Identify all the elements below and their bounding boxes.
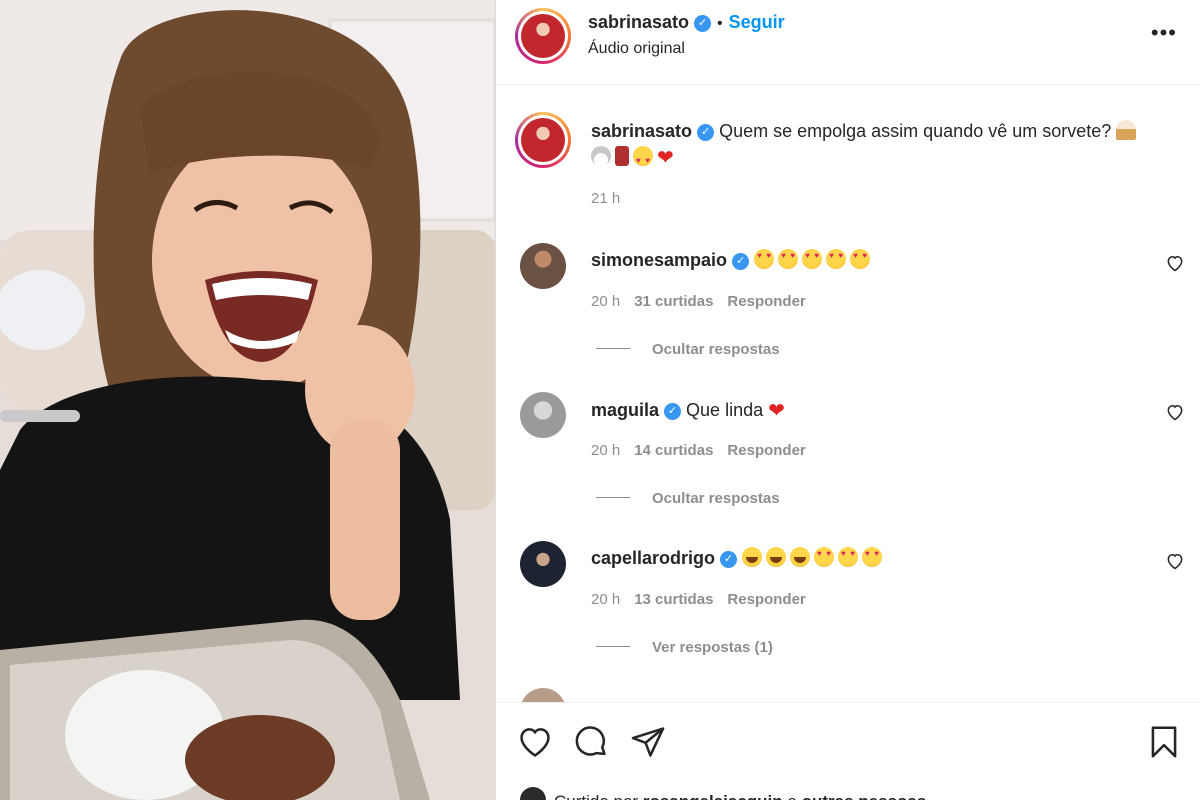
caption-text-block: sabrinasato ✓ Quem se empolga assim quand… [591, 118, 1171, 174]
red-heart-emoji-icon: ❤ [657, 147, 674, 169]
verified-icon: ✓ [720, 551, 738, 568]
commenter-avatar[interactable] [520, 243, 566, 289]
comment-text: Que linda [686, 400, 764, 420]
liked-by-user[interactable]: rosangelajacquin [643, 792, 783, 800]
comment-item: capellarodrigo ✓ 20 h 13 curtidas Responder… [496, 541, 1200, 691]
heart-outline-icon[interactable] [1165, 402, 1185, 422]
heart-eyes-emoji-icon [862, 547, 883, 567]
heart-eyes-emoji-icon [826, 249, 847, 269]
replies-label: Ocultar respostas [652, 490, 780, 507]
comment-meta: 20 h 14 curtidas Responder [591, 442, 820, 459]
comment-username[interactable]: capellarodrigo [591, 548, 715, 568]
toggle-replies-button[interactable]: Ocultar respostas [596, 490, 780, 507]
share-icon[interactable] [629, 723, 667, 761]
replies-label: Ver respostas (1) [652, 639, 773, 656]
red-heart-emoji-icon: ❤ [768, 400, 785, 422]
more-options-icon[interactable]: ••• [1151, 20, 1177, 46]
reply-button[interactable]: Responder [727, 442, 805, 459]
heart-eyes-emoji-icon [838, 547, 859, 567]
ice-cream-emoji-icon [1116, 120, 1137, 140]
comment-username[interactable]: maguila [591, 400, 659, 420]
reply-button[interactable]: Responder [727, 293, 805, 310]
caption-username[interactable]: sabrinasato [591, 121, 692, 141]
liked-by-line: Curtido por rosangelajacquin e outras pe… [520, 787, 926, 800]
liked-by-avatar[interactable] [520, 787, 546, 800]
comment-text-line: maguila ✓ Que linda ❤ [591, 398, 789, 423]
post-photo [0, 0, 495, 800]
toggle-replies-button[interactable]: Ver respostas (1) [596, 639, 773, 656]
like-icon[interactable] [516, 723, 554, 761]
author-avatar[interactable] [515, 8, 571, 64]
caption-avatar[interactable] [515, 112, 571, 168]
heart-eyes-emoji-icon [754, 249, 775, 269]
comment-meta: 20 h 13 curtidas Responder [591, 591, 820, 608]
verified-icon: ✓ [694, 15, 712, 32]
replies-divider [596, 646, 630, 647]
comment-meta: 20 h 31 curtidas Responder [591, 293, 820, 310]
post-media[interactable] [0, 0, 495, 800]
audio-label[interactable]: Áudio original [588, 40, 685, 58]
heart-outline-icon[interactable] [1165, 551, 1185, 571]
comment-likes[interactable]: 13 curtidas [634, 591, 713, 608]
comment-icon[interactable] [572, 723, 610, 761]
tears-of-joy-emoji-icon [766, 547, 787, 567]
save-icon[interactable] [1145, 723, 1183, 761]
comment-time: 20 h [591, 293, 621, 310]
tears-of-joy-emoji-icon [790, 547, 811, 567]
commenter-avatar[interactable] [520, 541, 566, 587]
comment-item: simonesampaio✓ 20 h31 curtidasResponder … [496, 243, 1200, 393]
post-header: sabrinasato ✓ • Seguir Áudio original ••• [496, 0, 1200, 85]
author-username[interactable]: sabrinasato [588, 12, 689, 32]
heart-eyes-emoji-icon [814, 547, 835, 567]
verified-icon: ✓ [664, 403, 682, 420]
liked-by-others[interactable]: outras pessoas [802, 792, 927, 800]
heart-outline-icon[interactable] [1165, 253, 1185, 273]
comment-text-line: capellarodrigo ✓ [591, 547, 886, 569]
caption-timestamp: 21 h [591, 190, 621, 207]
post-actions-bar: Curtido por rosangelajacquin e outras pe… [496, 702, 1200, 800]
comment-time: 20 h [591, 591, 621, 608]
comment-item: maguila ✓ Que linda ❤ 20 h 14 curtidas Resp… [496, 392, 1200, 542]
partial-comment-avatar [520, 688, 566, 702]
liked-by-prefix: Curtido por [554, 792, 638, 800]
replies-divider [596, 348, 630, 349]
replies-label: Ocultar respostas [652, 341, 780, 358]
jar-emoji-icon [615, 146, 629, 166]
heart-eyes-emoji-icon [850, 249, 871, 269]
replies-divider [596, 497, 630, 498]
verified-icon: ✓ [732, 253, 750, 270]
commenter-avatar[interactable] [520, 392, 566, 438]
heart-eyes-emoji-icon [633, 146, 653, 174]
post-side-panel: sabrinasato ✓ • Seguir Áudio original ••• s… [495, 0, 1200, 800]
separator-dot: • [717, 15, 723, 32]
bowl-emoji-icon [591, 146, 611, 166]
heart-eyes-emoji-icon [778, 249, 799, 269]
comment-username[interactable]: simonesampaio [591, 250, 727, 270]
comment-text-line: simonesampaio ✓ [591, 249, 874, 271]
comment-likes[interactable]: 14 curtidas [634, 442, 713, 459]
comment-likes[interactable]: 31 curtidas [634, 293, 713, 310]
caption-text: Quem se empolga assim quando vê um sorve… [719, 121, 1112, 141]
verified-icon: ✓ [697, 124, 715, 141]
comment-time: 20 h [591, 442, 621, 459]
liked-by-conj: e [787, 792, 796, 800]
tears-of-joy-emoji-icon [742, 547, 763, 567]
reply-button[interactable]: Responder [727, 591, 805, 608]
heart-eyes-emoji-icon [802, 249, 823, 269]
toggle-replies-button[interactable]: Ocultar respostas [596, 341, 780, 358]
follow-button[interactable]: Seguir [729, 12, 785, 32]
